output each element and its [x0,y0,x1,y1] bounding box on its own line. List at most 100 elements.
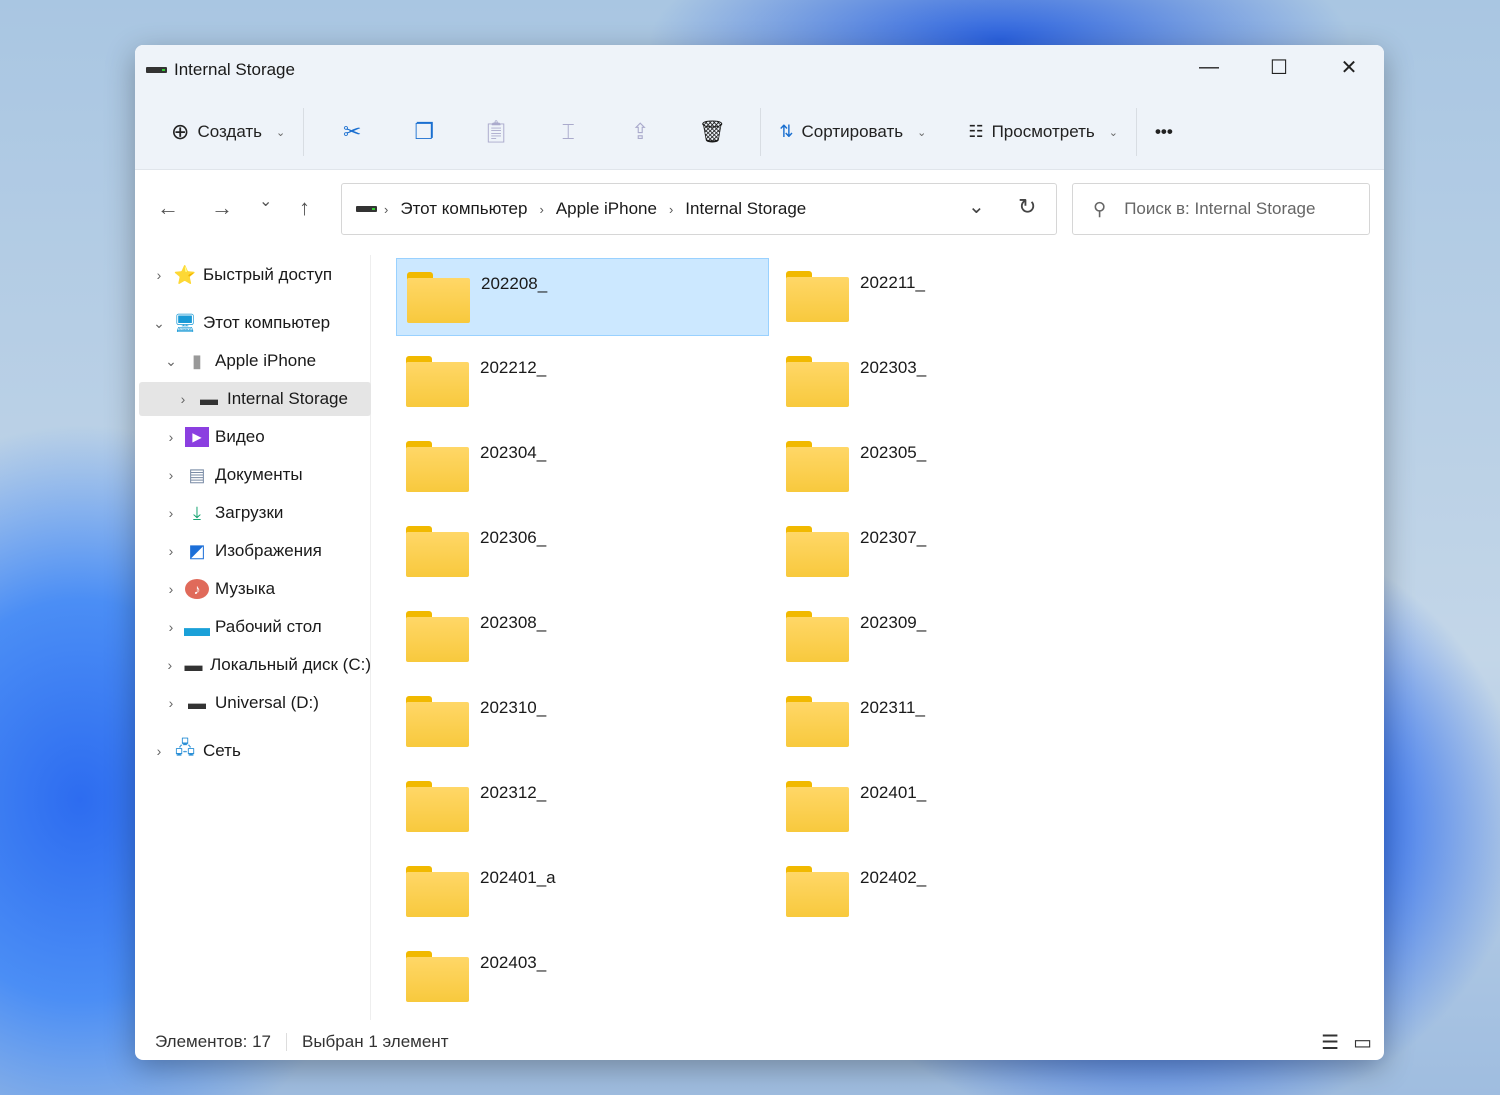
sidebar-item-desktop[interactable]: › ▬ Рабочий стол [139,610,371,644]
divider [1135,108,1137,156]
folder-item[interactable]: 202403_ [396,938,769,1016]
folder-item[interactable]: 202402_ [776,853,1149,931]
folder-item[interactable]: 202306_ [396,513,769,591]
address-bar[interactable]: › Этот компьютер › Apple iPhone › Intern… [341,183,1057,235]
trash-icon: 🗑︎ [698,119,727,144]
breadcrumb-separator: › [668,201,674,217]
rename-icon: ⌶ [561,119,575,144]
folder-icon [786,441,849,492]
folder-item[interactable]: 202401_a [396,853,769,931]
sidebar-item-label: Видео [215,427,265,446]
sidebar-item-documents[interactable]: › ▤ Документы [139,458,371,492]
chevron-right-icon[interactable]: › [173,391,193,407]
recent-locations-button[interactable]: ⌄ [259,191,272,211]
sidebar-item-label: Изображения [215,541,322,560]
breadcrumb-internal-storage[interactable]: Internal Storage [685,199,806,219]
chevron-right-icon[interactable]: › [149,267,169,283]
up-button[interactable]: ↑ [299,195,310,221]
share-button[interactable]: ⇪ [604,110,676,154]
folder-name: 202403_ [480,953,547,972]
folder-name: 202303_ [860,358,927,377]
view-button[interactable]: ☷ Просмотреть ⌄ [962,110,1124,154]
sidebar-item-pictures[interactable]: › ◩ Изображения [139,534,371,568]
cut-button[interactable]: ✂ [316,110,388,154]
minimize-button[interactable]: — [1174,45,1244,89]
sidebar-item-monitor[interactable]: ⌄ 🖥︎ Этот компьютер [139,306,371,340]
delete-button[interactable]: 🗑︎ [676,110,748,154]
chevron-right-icon[interactable]: › [161,619,181,635]
folder-name: 202402_ [860,868,927,887]
chevron-right-icon[interactable]: › [161,543,181,559]
sidebar-item-label: Документы [215,465,303,484]
folder-icon [406,866,469,917]
copy-button[interactable]: ❐ [388,110,460,154]
window-title: Internal Storage [174,60,295,79]
maximize-button[interactable]: ☐ [1244,45,1314,89]
folder-icon [406,356,469,407]
download-icon: ⤓ [193,502,201,523]
folder-name: 202307_ [860,528,927,547]
forward-button[interactable]: → [211,195,233,221]
sidebar-item-drive[interactable]: › ▬ Internal Storage [139,382,371,416]
divider [760,108,762,156]
sidebar-item-phone[interactable]: ⌄ ▮ Apple iPhone [139,344,371,378]
chevron-right-icon[interactable]: › [149,743,169,759]
address-dropdown-button[interactable]: ⌄ [968,194,985,219]
view-label: Просмотреть [991,122,1095,141]
folder-item[interactable]: 202212_ [396,343,769,421]
sidebar-item-label: Рабочий стол [215,617,322,636]
drive-icon [356,206,377,212]
search-box[interactable]: ⚲ Поиск в: Internal Storage [1072,183,1370,235]
folder-item[interactable]: 202208_ [396,258,769,336]
sidebar-item-star[interactable]: › ⭐ Быстрый доступ [139,258,371,292]
chevron-down-icon: ⌄ [1108,126,1118,139]
sort-button[interactable]: ⇅ Сортировать ⌄ [773,110,932,154]
folder-icon [407,272,470,323]
sidebar-item-music[interactable]: › ♪ Музыка [139,572,371,606]
breadcrumb-apple-iphone[interactable]: Apple iPhone [556,199,657,219]
sidebar-item-network[interactable]: › 🖧 Сеть [139,734,371,768]
sidebar-item-label: Universal (D:) [215,693,319,712]
view-list-icon: ☷ [968,122,984,141]
folder-item[interactable]: 202211_ [776,258,1149,336]
folder-icon [786,611,849,662]
folder-icon [406,526,469,577]
rename-button[interactable]: ⌶ [532,110,604,154]
details-view-button[interactable]: ☰ [1321,1030,1339,1055]
folder-name: 202212_ [480,358,547,377]
paste-button[interactable]: 📋︎ [460,110,532,154]
folder-item[interactable]: 202311_ [776,683,1149,761]
paste-icon: 📋︎ [482,119,511,144]
create-button[interactable]: ⊕ Создать ⌄ [165,110,291,154]
folder-name: 202311_ [860,698,925,717]
folder-item[interactable]: 202312_ [396,768,769,846]
folder-item[interactable]: 202304_ [396,428,769,506]
folder-item[interactable]: 202308_ [396,598,769,676]
folder-item[interactable]: 202307_ [776,513,1149,591]
chevron-right-icon[interactable]: › [161,505,181,521]
chevron-down-icon[interactable]: ⌄ [149,315,169,332]
sidebar-item-video[interactable]: › ▶ Видео [139,420,371,454]
chevron-right-icon[interactable]: › [161,429,181,445]
sidebar-item-drive[interactable]: › ▬ Universal (D:) [139,686,371,720]
back-button[interactable]: ← [157,195,179,221]
pictures-icon: ◩ [188,540,206,561]
chevron-down-icon[interactable]: ⌄ [161,353,181,370]
folder-name: 202305_ [860,443,927,462]
chevron-right-icon[interactable]: › [161,581,181,597]
chevron-right-icon[interactable]: › [161,695,181,711]
breadcrumb-this-pc[interactable]: Этот компьютер [400,199,527,219]
folder-item[interactable]: 202309_ [776,598,1149,676]
folder-item[interactable]: 202303_ [776,343,1149,421]
tiles-view-button[interactable]: ▭ [1353,1030,1372,1055]
folder-item[interactable]: 202401_ [776,768,1149,846]
more-options-button[interactable]: ••• [1149,110,1179,154]
refresh-button[interactable]: ↻ [1018,194,1036,220]
chevron-right-icon[interactable]: › [161,657,179,673]
folder-item[interactable]: 202305_ [776,428,1149,506]
close-button[interactable]: ✕ [1314,45,1384,89]
sidebar-item-download[interactable]: › ⤓ Загрузки [139,496,371,530]
sidebar-item-drive[interactable]: › ▬ Локальный диск (C:) [139,648,371,682]
folder-item[interactable]: 202310_ [396,683,769,761]
chevron-right-icon[interactable]: › [161,467,181,483]
